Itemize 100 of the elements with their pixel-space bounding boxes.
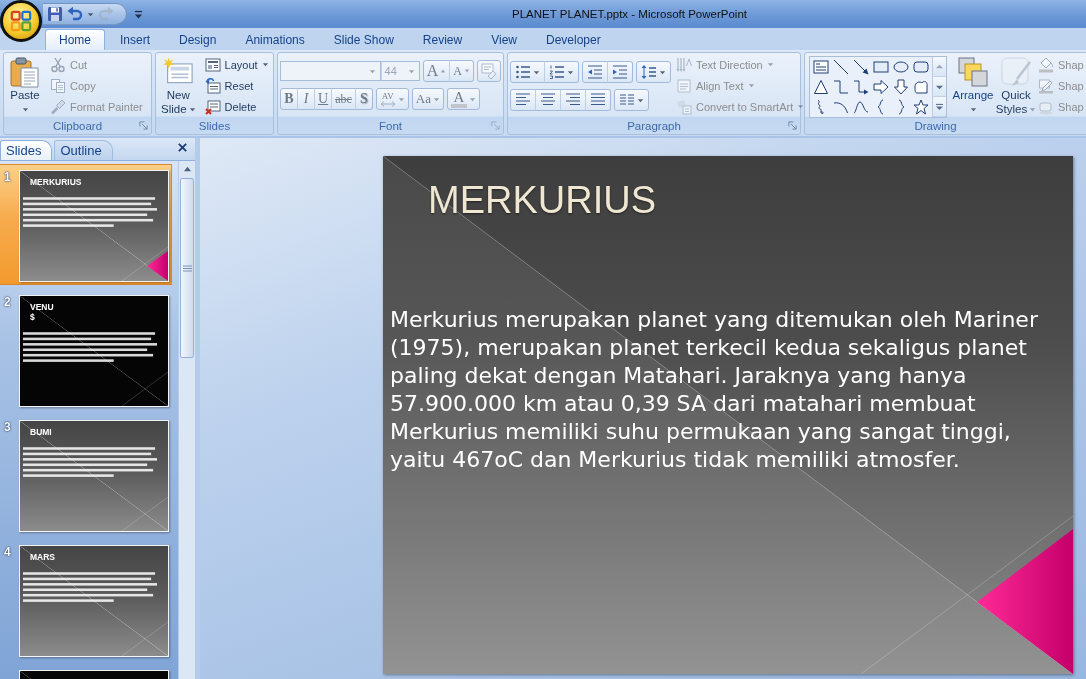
pencil-icon [1038, 77, 1054, 94]
align-left-button[interactable] [510, 89, 536, 111]
curve-shape-icon[interactable] [853, 99, 869, 115]
color-bar-icon [450, 104, 467, 108]
oval-shape-icon[interactable] [893, 59, 909, 75]
ribbon-tab[interactable]: Insert [106, 29, 165, 50]
thumbnail-title: VENU [30, 302, 55, 312]
ribbon-tab[interactable]: Design [165, 29, 231, 50]
ribbon-tab[interactable]: Slide Show [319, 29, 408, 50]
slide-thumbnail-item[interactable]: 3 BUMI [0, 414, 172, 535]
caret-icon [747, 82, 755, 89]
group-label: Font [379, 119, 402, 132]
slide-thumbnail-item[interactable]: 2 VENU $ [0, 289, 172, 410]
caret-icon [1029, 106, 1037, 113]
thumbnail-title: $ [30, 312, 36, 322]
caret-icon [468, 95, 476, 103]
caret-icon [397, 95, 405, 103]
save-button[interactable] [47, 6, 63, 22]
undo-menu-button[interactable] [87, 10, 94, 18]
new-slide-button[interactable]: New Slide [158, 54, 199, 117]
customize-toolbar-button[interactable] [134, 9, 143, 19]
layout-icon [204, 56, 221, 73]
align-left-icon [515, 92, 531, 108]
panel-tab[interactable]: Outline [54, 140, 113, 160]
ribbon-tab[interactable]: Review [408, 29, 477, 50]
up-arrow-icon [182, 165, 192, 173]
elbow-arrow-icon[interactable] [853, 79, 869, 95]
arc-shape-icon[interactable] [833, 99, 849, 115]
diagonal-line [121, 371, 168, 406]
text-direction-icon [676, 56, 692, 73]
thumbnail-title: MERKURIUS [30, 177, 83, 187]
caret-icon [533, 68, 540, 76]
slide-thumbnail-item[interactable]: 4 MARS [0, 539, 172, 660]
slide-thumbnail-item[interactable]: 1 MERKURIUS [0, 164, 172, 285]
arrow-line-shape-icon[interactable] [853, 59, 869, 75]
line-spacing-button[interactable] [636, 61, 671, 83]
justify-button[interactable] [585, 89, 611, 111]
numbering-button[interactable] [544, 61, 579, 83]
layout-button[interactable]: Layout [201, 54, 272, 75]
blob-shape-icon[interactable] [913, 79, 929, 95]
delete-button[interactable]: Delete [201, 96, 272, 117]
panel-tab[interactable]: Slides [0, 140, 53, 160]
gallery-more-button[interactable] [933, 97, 946, 117]
down-block-arrow-icon[interactable] [893, 79, 909, 95]
ribbon-tab[interactable]: View [477, 29, 531, 50]
slide-number: 4 [4, 545, 11, 559]
triangle-shape-icon[interactable] [813, 79, 829, 95]
reset-button[interactable]: Reset [201, 75, 272, 96]
scrollbar-thumb[interactable] [180, 178, 194, 358]
save-icon [47, 6, 63, 22]
slide-number: 3 [4, 420, 11, 434]
paste-button[interactable]: Paste [6, 54, 44, 117]
caret-icon [637, 96, 644, 104]
group-label: Slides [198, 119, 231, 132]
ribbon-tab[interactable]: Developer [531, 29, 615, 50]
thumbnail-title: MARS [30, 552, 57, 562]
double-arrow-icon [379, 101, 396, 107]
paint-bucket-icon [1038, 56, 1054, 73]
group-label: Paragraph [627, 119, 681, 132]
arrange-button[interactable]: Arrange [949, 54, 997, 117]
close-icon[interactable] [177, 141, 188, 153]
delete-icon [204, 98, 221, 115]
align-right-button[interactable] [560, 89, 586, 111]
up-arrow-icon [935, 62, 944, 71]
align-center-icon [540, 92, 556, 108]
increase-indent-icon [612, 64, 628, 80]
gallery-down-button[interactable] [933, 77, 946, 97]
overlapping-squares-icon [957, 56, 989, 88]
diagonal-line [121, 621, 168, 656]
caret-up-icon [440, 68, 447, 74]
caret-icon [188, 106, 196, 113]
eraser-icon [481, 63, 497, 79]
star-shape-icon[interactable] [913, 99, 929, 115]
caret-icon [407, 67, 415, 75]
columns-icon [619, 92, 635, 108]
right-block-arrow-icon[interactable] [873, 79, 889, 95]
center-button[interactable] [535, 89, 561, 111]
rounded-rectangle-shape-icon[interactable] [913, 59, 929, 75]
justify-icon [590, 92, 606, 108]
slide-number: 2 [4, 295, 11, 309]
caret-icon [567, 68, 574, 76]
diagonal-line [121, 246, 168, 281]
paintbrush-tile-icon [1000, 56, 1032, 88]
align-text-icon [676, 77, 692, 94]
ribbon-tab[interactable]: Home [45, 29, 105, 50]
caret-icon [368, 67, 376, 75]
group-label: Clipboard [52, 119, 103, 132]
caret-icon [766, 61, 774, 68]
slide-body-text: Merkurius merupakan planet yang ditemukan oleh Mariner (1975), merupakan planet terkecil kedua sekaligus planet paling dekat dengan Matahari. Jaraknya yang hanya 57.900.000 km atau 0,39 SA dari matahari membuat Merkurius memiliki suhu permukaan yang sangat tinggi, yaitu 467oC dan Merkurius tidak memiliki atmosfer. [390, 306, 1039, 474]
ribbon-tab[interactable]: Animations [231, 29, 319, 50]
new-slide-icon [163, 57, 194, 84]
bullet-list-icon [515, 64, 531, 80]
line-shape-icon[interactable] [833, 59, 849, 75]
grip-icon [182, 264, 192, 272]
undo-button[interactable] [67, 6, 83, 22]
numbered-list-icon [549, 64, 565, 80]
line-spacing-icon [641, 64, 657, 80]
diagonal-line [121, 496, 168, 531]
bullets-button[interactable] [510, 61, 545, 83]
redo-icon [98, 6, 114, 22]
